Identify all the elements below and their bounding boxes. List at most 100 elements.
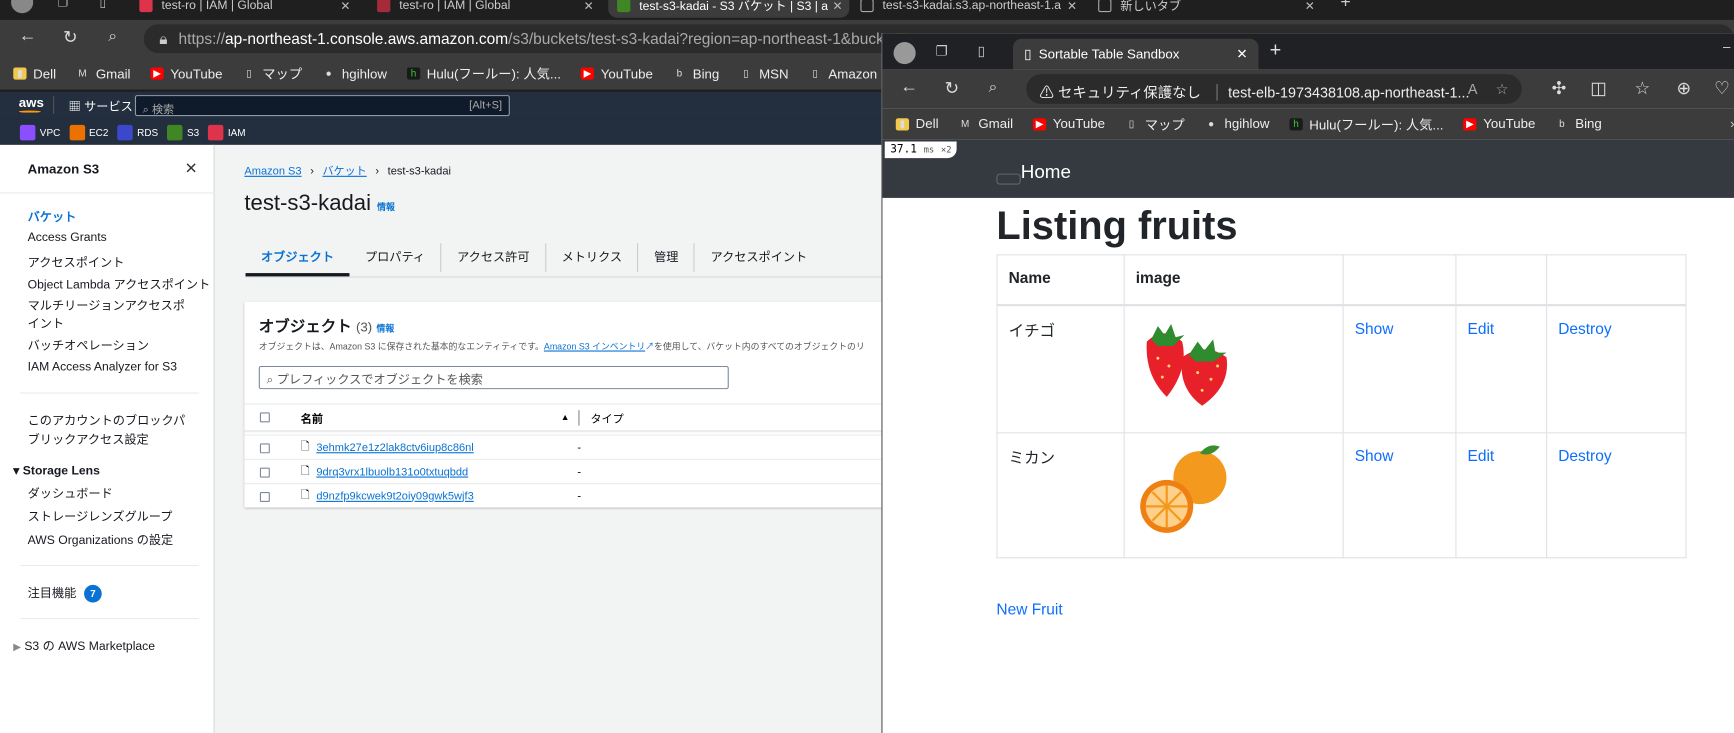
bookmark-item[interactable]: ▯ Amazon (809, 66, 877, 81)
sidebar-section-storage-lens[interactable]: ▾ Storage Lens (13, 463, 100, 477)
sidebar-item-object-lambda[interactable]: Object Lambda アクセスポイント (28, 275, 211, 293)
browser-tab[interactable]: test-ro | IAM | Global ✕ (130, 0, 357, 18)
object-name-link[interactable]: 9drq3vrx1lbuolb131o0txtuqbdd (316, 466, 577, 478)
bookmark-item[interactable]: b Bing (1555, 116, 1602, 131)
minimize-icon[interactable]: – (1723, 39, 1730, 54)
bookmark-item[interactable]: ● hgihlow (322, 66, 387, 81)
search-icon[interactable]: ⌕ (989, 77, 998, 96)
tab-5[interactable]: アクセスポイント (695, 243, 823, 272)
inventory-link[interactable]: Amazon S3 インベントリ (544, 342, 645, 352)
bookmark-item[interactable]: ▯ マップ (242, 64, 302, 83)
tab-2[interactable]: アクセス許可 (442, 243, 547, 272)
close-icon[interactable]: ✕ (828, 0, 843, 13)
edit-link[interactable]: Edit (1468, 319, 1495, 337)
close-icon[interactable]: ✕ (340, 0, 350, 13)
browser-essentials-icon[interactable]: ♡ (1714, 77, 1730, 99)
breadcrumb-s3[interactable]: Amazon S3 (244, 166, 301, 178)
info-link[interactable]: 情報 (377, 202, 395, 212)
split-screen-icon[interactable]: ◫ (1590, 77, 1607, 99)
object-name-link[interactable]: 3ehmk27e1z2lak8ctv6iup8c86nl (316, 442, 577, 454)
tab-3[interactable]: メトリクス (546, 243, 639, 272)
bookmark-item[interactable]: ▶ YouTube (1032, 116, 1105, 132)
search-icon[interactable]: ⌕ (108, 27, 117, 46)
sidebar-item-iam-analyzer[interactable]: IAM Access Analyzer for S3 (28, 360, 177, 373)
close-icon[interactable]: ✕ (1236, 46, 1247, 61)
more-bookmarks-icon[interactable]: › (1730, 116, 1734, 131)
tab-0[interactable]: オブジェクト (245, 238, 350, 277)
tab-4[interactable]: 管理 (639, 243, 696, 272)
read-aloud-icon[interactable]: A (1468, 81, 1478, 98)
column-name[interactable]: 名前 (301, 409, 561, 425)
sort-asc-icon[interactable]: ▲ (561, 412, 570, 422)
sidebar-item-dashboard[interactable]: ダッシュボード (28, 484, 113, 502)
tab-actions-icon[interactable]: ▯ (978, 43, 985, 58)
services-menu[interactable]: ▦ サービス (69, 97, 133, 115)
bookmark-item[interactable]: h Hulu(フールー): 人気... (406, 64, 561, 83)
sidebar-item-access-grants[interactable]: Access Grants (28, 231, 107, 244)
navbar-toggler[interactable] (996, 173, 1021, 185)
new-tab-icon[interactable]: + (1340, 0, 1350, 13)
sidebar-item-access-points[interactable]: アクセスポイント (28, 253, 125, 271)
browser-tab-active[interactable]: test-s3-kadai - S3 バケット | S3 | ap ✕ (608, 0, 850, 18)
show-link[interactable]: Show (1355, 447, 1394, 465)
bookmark-item[interactable]: ▶ YouTube (150, 66, 222, 81)
close-icon[interactable]: ✕ (1067, 0, 1077, 13)
bookmark-item[interactable]: M Gmail (76, 66, 130, 81)
extensions-icon[interactable]: ✣ (1552, 77, 1567, 99)
aws-logo[interactable]: aws (19, 95, 44, 110)
bookmark-item[interactable]: b Bing (673, 66, 720, 81)
bookmark-item[interactable]: ▯ MSN (739, 66, 789, 81)
profile-icon[interactable] (893, 42, 916, 65)
close-icon[interactable]: ✕ (584, 0, 594, 13)
aws-search-input[interactable]: ⌕ 検索 [Alt+S] (134, 95, 510, 117)
back-icon[interactable]: ← (19, 27, 37, 47)
favorite-star-icon[interactable]: ☆ (1496, 81, 1509, 99)
bookmark-item[interactable]: ▮ Dell (895, 116, 939, 132)
bookmark-item[interactable]: ▮ Dell (13, 66, 56, 81)
favorites-icon[interactable]: ☆ (1635, 77, 1651, 99)
browser-tab-active[interactable]: ▯ Sortable Table Sandbox ✕ (1013, 38, 1259, 70)
sidebar-item-batch-ops[interactable]: バッチオペレーション (28, 336, 149, 354)
sidebar-item-buckets[interactable]: バケット (28, 208, 77, 226)
tab-actions-icon[interactable]: ▯ (100, 0, 107, 10)
browser-tab[interactable]: test-s3-kadai.s3.ap-northeast-1.a ✕ (852, 0, 1084, 18)
info-link[interactable]: 情報 (377, 324, 395, 334)
sidebar-item-block-public[interactable]: このアカウントのブロックパブリックアクセス設定 (28, 412, 194, 450)
bookmark-item[interactable]: ▯ マップ (1125, 114, 1185, 133)
bookmark-item[interactable]: h Hulu(フールー): 人気... (1289, 114, 1443, 133)
edit-link[interactable]: Edit (1468, 447, 1495, 465)
collections-icon[interactable]: ⊕ (1677, 77, 1692, 99)
tab-1[interactable]: プロパティ (349, 243, 442, 272)
destroy-link[interactable]: Destroy (1558, 447, 1611, 465)
show-link[interactable]: Show (1355, 319, 1394, 337)
row-checkbox[interactable] (259, 442, 270, 453)
favorite-s3[interactable]: S3 (167, 124, 199, 140)
bookmark-item[interactable]: ▶ YouTube (1463, 116, 1535, 132)
workspaces-icon[interactable]: ❐ (58, 0, 69, 10)
profile-icon[interactable] (11, 0, 34, 14)
select-all-checkbox[interactable] (259, 412, 270, 423)
row-checkbox[interactable] (259, 491, 270, 502)
favorite-ec2[interactable]: EC2 (69, 124, 108, 140)
new-tab-icon[interactable]: + (1270, 39, 1282, 62)
sidebar-item-featured[interactable]: 注目機能 7 (28, 584, 102, 603)
back-icon[interactable]: ← (900, 77, 918, 97)
object-search-input[interactable]: ⌕ プレフィックスでオブジェクトを検索 (258, 365, 729, 390)
object-name-link[interactable]: d9nzfp9kcwek9t2oiy09gwk5wjf3 (316, 490, 577, 502)
column-type[interactable]: タイプ (590, 409, 623, 425)
favorite-rds[interactable]: RDS (117, 124, 158, 140)
url-field[interactable]: ⚠ セキュリティ保護なし test-elb-1973438108.ap-nort… (1026, 74, 1522, 104)
close-icon[interactable]: ✕ (185, 159, 198, 178)
workspaces-icon[interactable]: ❐ (936, 43, 948, 58)
sidebar-item-lens-groups[interactable]: ストレージレンズグループ (28, 507, 173, 525)
new-fruit-link[interactable]: New Fruit (996, 600, 1062, 618)
reload-icon[interactable]: ↻ (63, 27, 78, 49)
sidebar-item-marketplace[interactable]: ▶ S3 の AWS Marketplace (13, 637, 155, 655)
sidebar-item-organizations[interactable]: AWS Organizations の設定 (28, 531, 174, 549)
bookmark-item[interactable]: M Gmail (958, 116, 1013, 131)
bookmark-item[interactable]: ● hgihlow (1205, 116, 1269, 131)
breadcrumb-buckets[interactable]: バケット (322, 166, 366, 178)
reload-icon[interactable]: ↻ (944, 77, 959, 99)
favorite-vpc[interactable]: VPC (19, 124, 60, 140)
nav-home-link[interactable]: Home (1021, 161, 1071, 183)
